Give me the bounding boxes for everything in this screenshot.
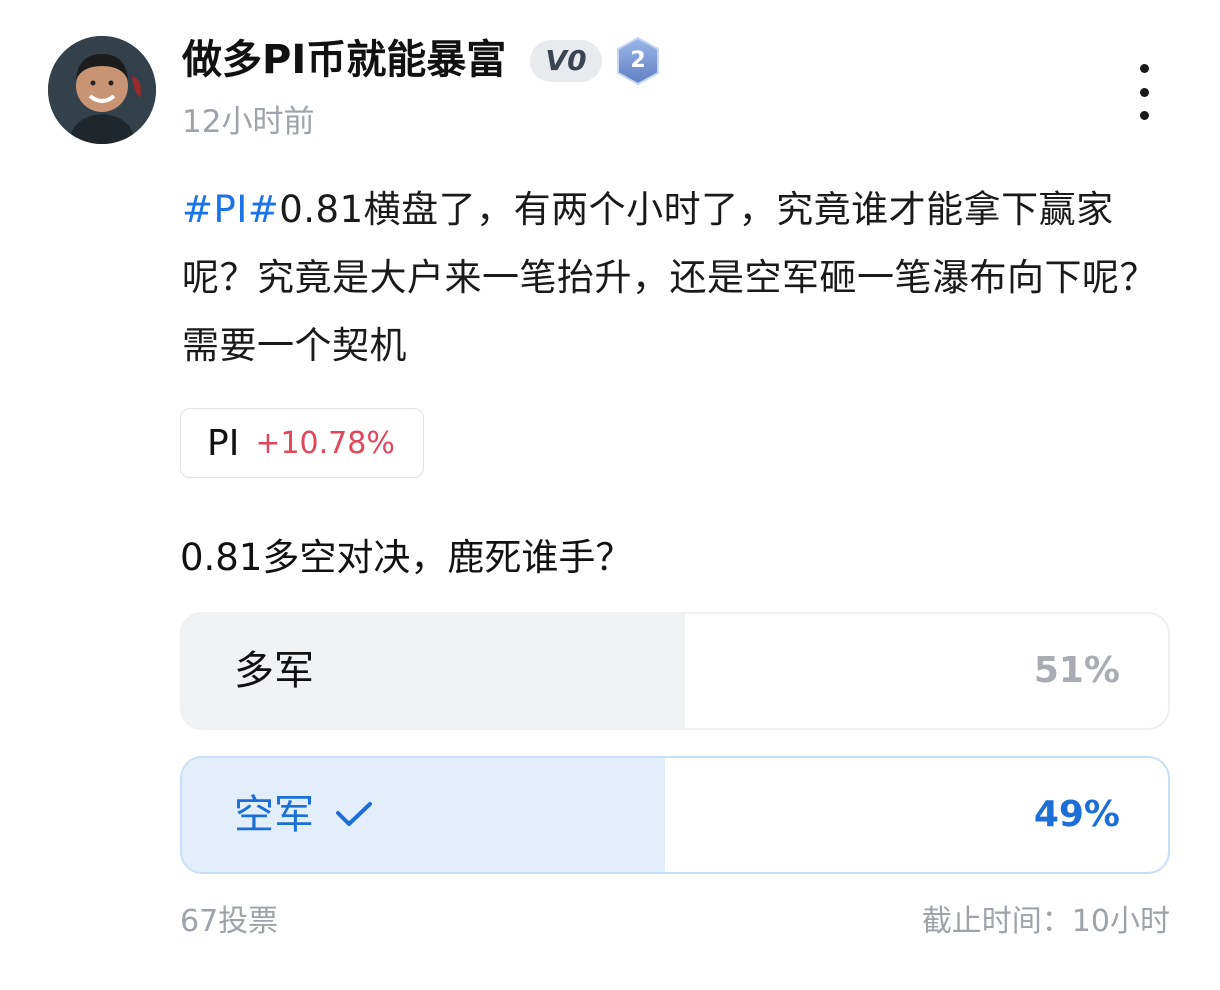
poll-option-long[interactable]: 多军 51% <box>180 612 1170 730</box>
poll-option-percent: 51% <box>1033 650 1120 691</box>
hashtag-link[interactable]: #PI# <box>182 188 279 231</box>
level-badge-icon: 2 <box>614 36 662 86</box>
post-time: 12小时前 <box>182 104 315 140</box>
poll-option-percent: 49% <box>1033 794 1120 835</box>
check-icon <box>336 802 372 826</box>
avatar-image <box>48 36 156 144</box>
vip-badge: V0 <box>530 40 602 82</box>
coin-card[interactable]: PI +10.78% <box>180 408 424 478</box>
poll-deadline: 截止时间：10小时 <box>921 904 1170 939</box>
poll-option-label: 多军 <box>234 648 314 694</box>
post-text: 0.81横盘了，有两个小时了，究竟谁才能拿下赢家呢？究竟是大户来一笔抬升，还是空… <box>182 188 1157 367</box>
level-number: 2 <box>630 48 646 73</box>
author-name[interactable]: 做多PI币就能暴富 <box>182 34 506 86</box>
vote-count: 67投票 <box>180 904 279 939</box>
coin-symbol: PI <box>207 422 240 464</box>
more-vertical-icon[interactable] <box>1126 64 1162 120</box>
avatar[interactable] <box>48 36 156 144</box>
poll-option-label: 空军 <box>234 758 374 872</box>
poll-option-short[interactable]: 空军 49% <box>180 756 1170 874</box>
post-content: #PI#0.81横盘了，有两个小时了，究竟谁才能拿下赢家呢？究竟是大户来一笔抬升… <box>182 176 1172 380</box>
poll-question: 0.81多空对决，鹿死谁手？ <box>180 536 633 579</box>
coin-change: +10.78% <box>255 425 395 461</box>
